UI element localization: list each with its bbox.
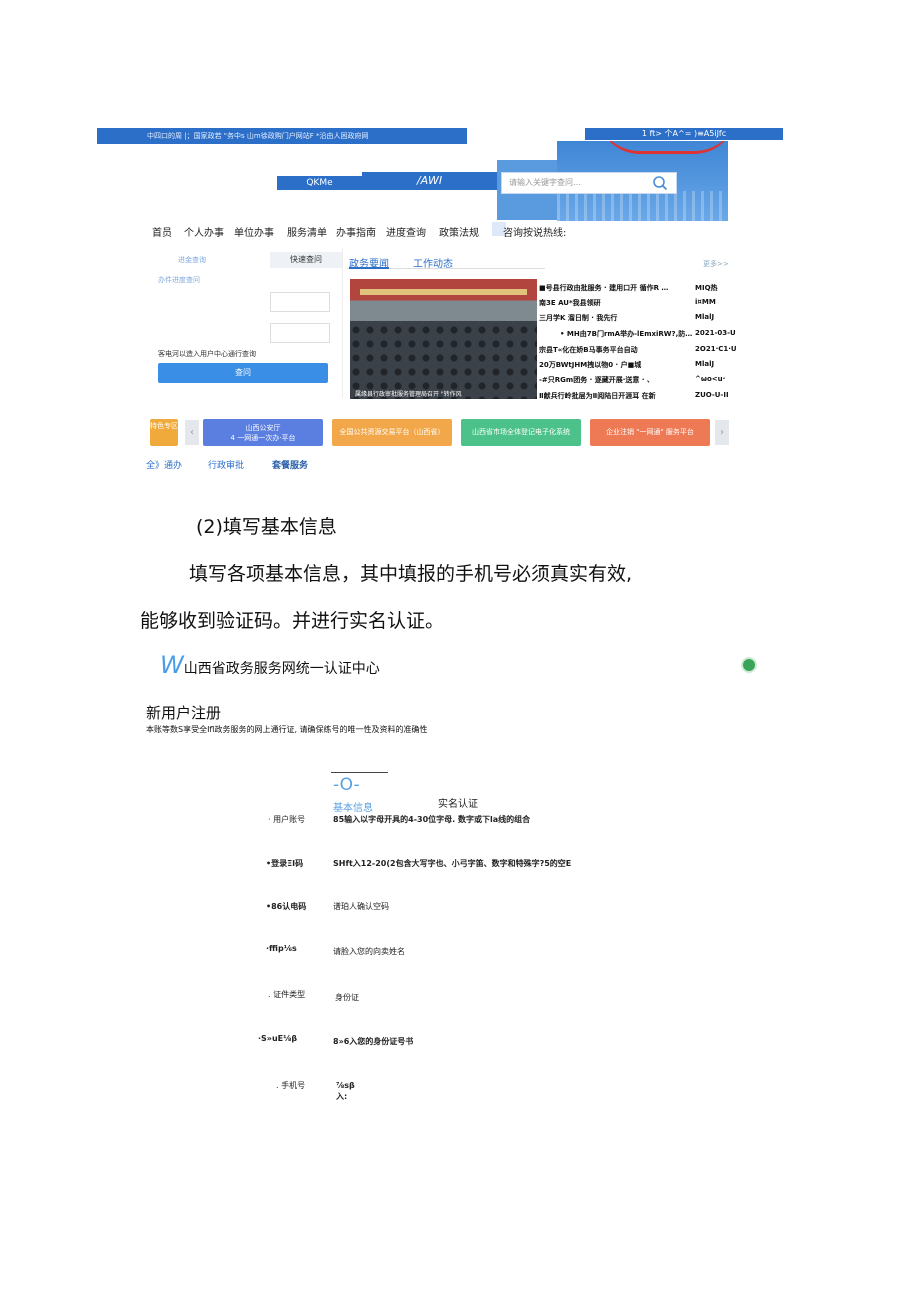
photo-banner xyxy=(360,289,527,295)
paragraph-line: 填写各项基本信息，其中填报的手机号必须真实有效, xyxy=(189,563,633,585)
photo-caption: 属缘县行政审批服务管理局召开 "转作风 xyxy=(355,391,462,398)
banner-arc xyxy=(597,141,728,154)
tile-market[interactable]: 山西省市场全体登记电子化系统 xyxy=(461,419,581,446)
username-field[interactable]: 85输入以字母开具的4-30位字母. 数字或下la线的组合 xyxy=(333,814,530,825)
news-date: MlalJ xyxy=(695,360,715,368)
tab-quick-query[interactable]: 快速查问 xyxy=(270,252,342,268)
search-placeholder: 请输入关键字查问… xyxy=(509,178,581,187)
news-title[interactable]: 20万BWtJHM拽以物0 · 户■城 xyxy=(539,360,641,370)
page-title: 新用户注册 xyxy=(146,704,222,722)
step-marker: -O- xyxy=(333,775,360,795)
news-title[interactable]: 宗县T«化在娇B马事务平台自动 xyxy=(539,345,638,355)
label-id-number: ·S»uE⅛β xyxy=(258,1034,298,1043)
banner-skyline xyxy=(557,191,728,221)
tile-police[interactable]: 山西公安厅 4 一网通一次办·平台 xyxy=(203,419,323,446)
news-photo[interactable] xyxy=(350,279,537,399)
label-id-type: . 证件类型 xyxy=(268,990,306,999)
news-date: 2021-03-U xyxy=(695,329,736,337)
phone-field[interactable]: ⅞sβ 入: xyxy=(336,1080,355,1102)
label-password: •登录ΞI码 xyxy=(266,859,304,868)
nav-guide[interactable]: 办事指南 xyxy=(336,224,376,239)
tile-resources[interactable]: 全国公共资源交易平台（山西省） xyxy=(332,419,452,446)
news-date: i¤MM xyxy=(695,298,716,306)
news-title[interactable]: 南3E AU*我县领研 xyxy=(539,298,601,308)
tile-special[interactable]: 特色专区 xyxy=(150,419,178,446)
nav-company[interactable]: 单位办事 xyxy=(234,224,274,239)
link-query-b[interactable]: 办件进度查问 xyxy=(158,275,200,285)
more-link[interactable]: 更多>> xyxy=(703,259,729,269)
news-date: MlalJ xyxy=(695,313,715,321)
news-title[interactable]: ■号县行政由批服务 · 建用口开 循作R … xyxy=(539,283,668,293)
password-field[interactable]: SHft入12-20(2包含大写字也、小弓字笛、数字和特殊字?5的空E xyxy=(333,858,571,869)
step-real-name: 实名认证 xyxy=(438,799,478,810)
label-phone: . 手机号 xyxy=(276,1081,306,1090)
step-progress-line xyxy=(331,772,388,773)
photo-audience xyxy=(350,324,537,399)
nav-service-list[interactable]: 服务清单 xyxy=(287,224,327,239)
service-tab-package[interactable]: 套餐服务 xyxy=(272,458,308,471)
news-title[interactable]: Ⅱ献兵行岭批层为Ⅱ阅陆日开涯耳 在新 xyxy=(539,391,656,401)
nav-hotline: 咨询按说热线: xyxy=(503,228,567,239)
query-input-b[interactable] xyxy=(270,323,330,343)
search-icon[interactable] xyxy=(652,175,668,191)
nav-home[interactable]: 首员 xyxy=(152,224,172,239)
tile-cancel[interactable]: 企业注销 "一网通" 服务平台 xyxy=(590,419,710,446)
news-date: MIQ热 xyxy=(695,284,718,292)
home-icon[interactable] xyxy=(741,657,757,673)
nav-personal[interactable]: 个人办事 xyxy=(184,224,224,239)
nav-progress[interactable]: 进度查询 xyxy=(386,224,426,239)
carousel-next-button[interactable]: › xyxy=(715,420,729,445)
portal-logo-a: QKMe xyxy=(277,176,362,190)
news-date: ZUO-U-II xyxy=(695,391,729,399)
service-tab-all[interactable]: 全》通办 xyxy=(146,458,182,471)
paragraph-line: 能够收到验证码。并进行实名认证。 xyxy=(140,610,445,632)
label-confirm-password: •86认电码 xyxy=(266,902,307,911)
news-date: ^ωo<u· xyxy=(695,375,726,383)
label-real-name: ·ffip⅙s xyxy=(266,944,297,953)
portal-topbar: 中四口的周 |；国家政若 "务中s 山m徐政购门户网站F *沿由人困政府网 xyxy=(97,128,467,144)
link-query-a[interactable]: 进金查询 xyxy=(178,255,206,265)
confirm-password-field[interactable]: 谱珀人确认空码 xyxy=(333,901,389,912)
news-date: 2O21·C1·U xyxy=(695,345,737,353)
nav-policy[interactable]: 政策法规 xyxy=(439,224,479,239)
section-heading: (2)填写基本信息 xyxy=(196,516,337,538)
real-name-field[interactable]: 请脸入您的向卖姓名 xyxy=(333,946,405,957)
page-description: 本账等数S享受全Ifl政务服务的网上通行证, 请确保练号的唯一性及资料的准确性 xyxy=(146,725,428,734)
query-button[interactable]: 查问 xyxy=(158,363,328,383)
auth-center-brand: W山西省政务服务网统一认证中心 xyxy=(160,651,380,679)
news-title[interactable]: 三月学K 溜日制 · 我先行 xyxy=(539,313,617,323)
step-basic-info: 基本信息 xyxy=(333,803,373,814)
brand-title: 山西省政务服务网统一认证中心 xyxy=(183,661,380,677)
portal-topbar-right: 1 ft> 个A^= )≡A5iJfc xyxy=(585,128,783,140)
query-hint: 客电河以造入用户中心通行查询 xyxy=(158,350,256,358)
id-type-select[interactable]: 身份证 xyxy=(335,992,359,1003)
id-number-field[interactable]: 8»6入您的身份证号书 xyxy=(333,1036,413,1047)
news-title[interactable]: • MH由7B门rmA举办-lEmxiRW?,防… xyxy=(560,329,692,339)
query-input-a[interactable] xyxy=(270,292,330,312)
news-title[interactable]: -#只RGm团务 · 逐藏开展·送意 · 、 xyxy=(539,375,654,385)
tab-underline xyxy=(349,267,389,269)
label-username: · 用户账号 xyxy=(268,815,306,824)
carousel-prev-button[interactable]: ‹ xyxy=(185,420,199,445)
service-tab-approval[interactable]: 行政审批 xyxy=(208,458,244,471)
portal-logo-b: /AWI xyxy=(362,172,497,190)
brand-logo-letter: W xyxy=(160,651,184,679)
